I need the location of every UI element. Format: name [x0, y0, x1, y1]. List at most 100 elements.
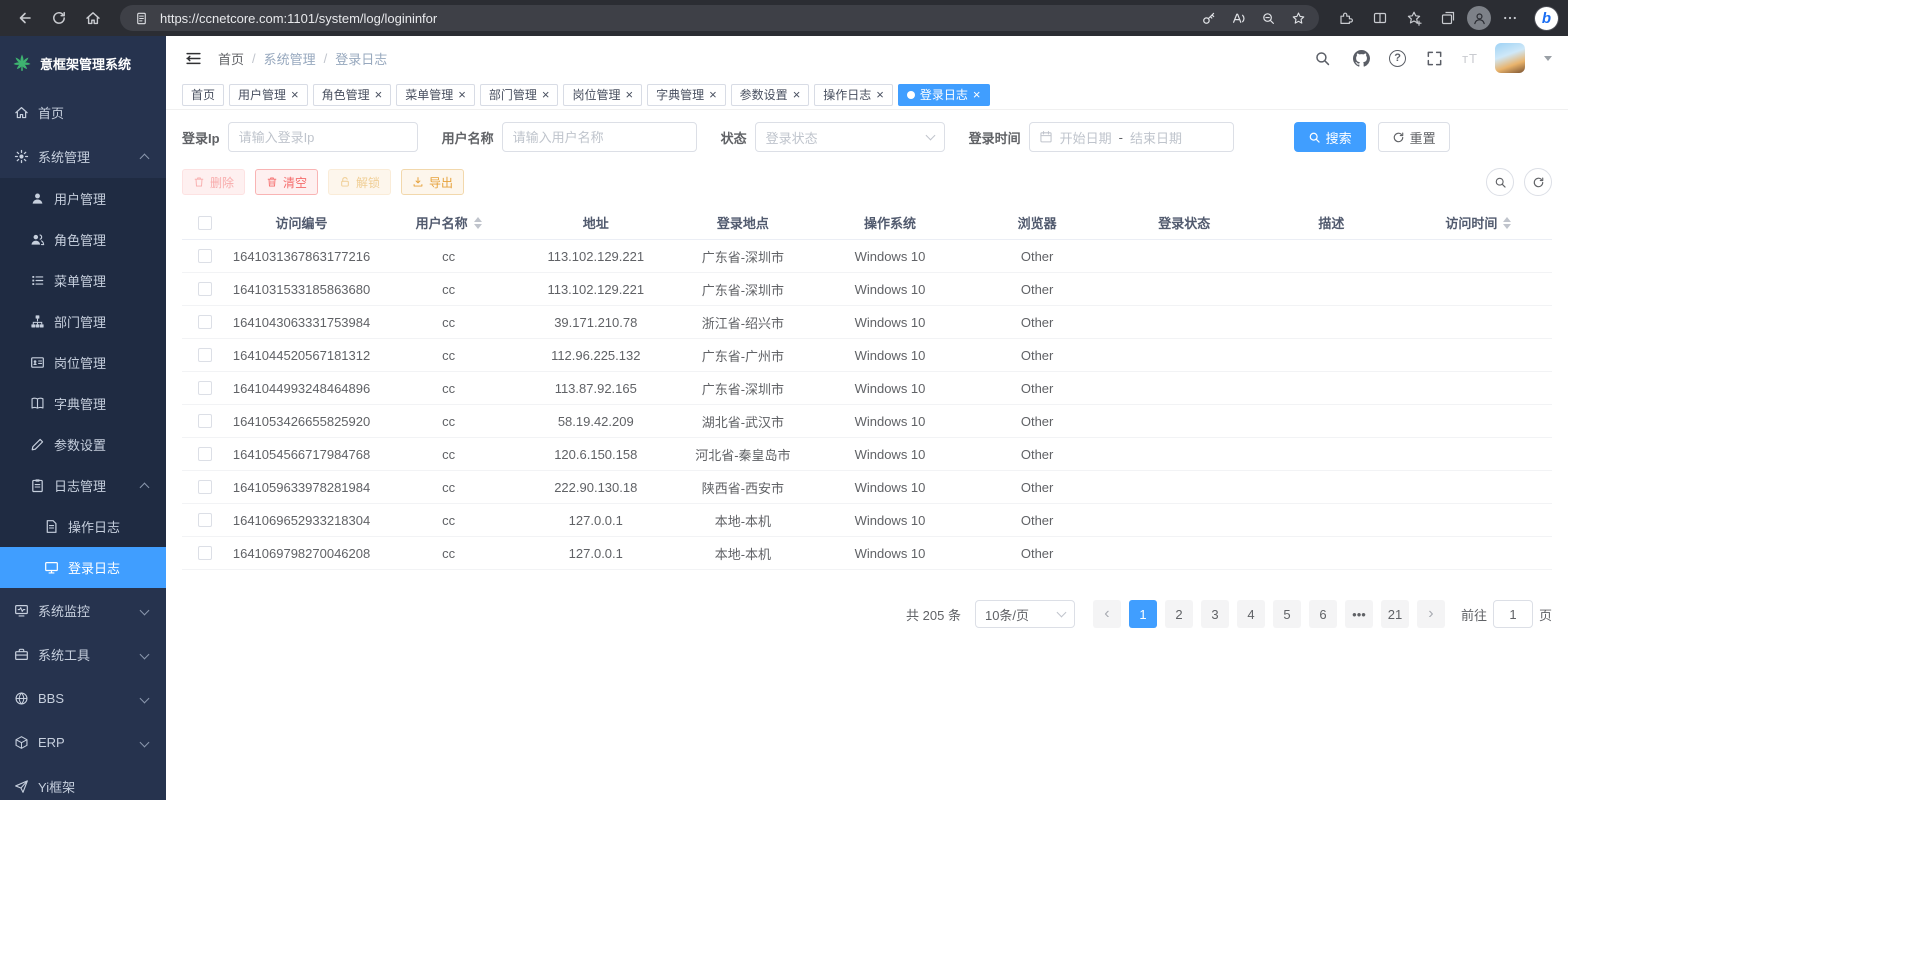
page-button-6[interactable]: 6 [1309, 600, 1337, 628]
more-pages-button[interactable]: ••• [1345, 600, 1373, 628]
select-all-checkbox[interactable] [198, 216, 212, 230]
table-row[interactable]: 1641044993248464896 cc 113.87.92.165 广东省… [182, 372, 1552, 405]
sidebar-item-oper-log[interactable]: 操作日志 [0, 506, 166, 547]
col-header-user[interactable]: 用户名称 [375, 213, 522, 232]
next-page-button[interactable]: › [1417, 600, 1445, 628]
refresh-icon[interactable] [44, 4, 74, 32]
search-toggle-button[interactable] [1486, 168, 1514, 196]
sidebar-item-yi-framework[interactable]: Yi框架 [0, 764, 166, 800]
home-icon[interactable] [78, 4, 108, 32]
col-header-location[interactable]: 登录地点 [669, 213, 816, 232]
tab-close-icon[interactable]: × [625, 88, 633, 101]
date-range-picker[interactable]: 开始日期 - 结束日期 [1029, 122, 1234, 152]
read-aloud-icon[interactable] [1227, 7, 1249, 29]
tab-close-icon[interactable]: × [709, 88, 717, 101]
row-checkbox[interactable] [198, 447, 212, 461]
tab-close-icon[interactable]: × [876, 88, 884, 101]
prev-page-button[interactable]: ‹ [1093, 600, 1121, 628]
tab-close-icon[interactable]: × [973, 88, 981, 101]
sidebar-item-param-settings[interactable]: 参数设置 [0, 424, 166, 465]
url-text[interactable]: https://ccnetcore.com:1101/system/log/lo… [160, 11, 1189, 26]
tab-param-settings[interactable]: 参数设置× [731, 84, 810, 106]
tab-post-mgmt[interactable]: 岗位管理× [563, 84, 642, 106]
table-row[interactable]: 1641031533185863680 cc 113.102.129.221 广… [182, 273, 1552, 306]
fullscreen-icon[interactable] [1423, 47, 1445, 69]
breadcrumb-home[interactable]: 首页 [218, 49, 244, 68]
sidebar-item-role-mgmt[interactable]: 角色管理 [0, 219, 166, 260]
github-icon[interactable] [1350, 47, 1372, 69]
search-button[interactable]: 搜索 [1294, 122, 1366, 152]
row-checkbox[interactable] [198, 348, 212, 362]
tab-home[interactable]: 首页 [182, 84, 224, 106]
login-ip-input[interactable] [228, 122, 418, 152]
user-name-input[interactable] [502, 122, 697, 152]
tab-close-icon[interactable]: × [291, 88, 299, 101]
table-row[interactable]: 1641054566717984768 cc 120.6.150.158 河北省… [182, 438, 1552, 471]
address-bar[interactable]: https://ccnetcore.com:1101/system/log/lo… [120, 5, 1319, 31]
row-checkbox[interactable] [198, 381, 212, 395]
tab-close-icon[interactable]: × [793, 88, 801, 101]
sidebar-item-home[interactable]: 首页 [0, 90, 166, 134]
password-key-icon[interactable] [1197, 7, 1219, 29]
extensions-icon[interactable] [1331, 4, 1361, 32]
tab-dict-mgmt[interactable]: 字典管理× [647, 84, 726, 106]
row-checkbox[interactable] [198, 546, 212, 560]
more-menu-icon[interactable] [1495, 4, 1525, 32]
sidebar-item-login-log[interactable]: 登录日志 [0, 547, 166, 588]
delete-button[interactable]: 删除 [182, 169, 245, 195]
tab-close-icon[interactable]: × [458, 88, 466, 101]
sidebar-item-dict-mgmt[interactable]: 字典管理 [0, 383, 166, 424]
favorites-icon[interactable] [1399, 4, 1429, 32]
refresh-table-button[interactable] [1524, 168, 1552, 196]
tab-user-mgmt[interactable]: 用户管理× [229, 84, 308, 106]
col-header-id[interactable]: 访问编号 [228, 213, 375, 232]
tab-login-log[interactable]: 登录日志× [898, 84, 990, 106]
back-icon[interactable] [10, 4, 40, 32]
sidebar-item-user-mgmt[interactable]: 用户管理 [0, 178, 166, 219]
clear-button[interactable]: 清空 [255, 169, 318, 195]
row-checkbox[interactable] [198, 414, 212, 428]
tab-close-icon[interactable]: × [542, 88, 550, 101]
sidebar-item-erp[interactable]: ERP [0, 720, 166, 764]
row-checkbox[interactable] [198, 480, 212, 494]
row-checkbox[interactable] [198, 513, 212, 527]
page-button-21[interactable]: 21 [1381, 600, 1409, 628]
table-row[interactable]: 1641069798270046208 cc 127.0.0.1 本地-本机 W… [182, 537, 1552, 570]
add-favorite-star-icon[interactable] [1287, 7, 1309, 29]
zoom-icon[interactable] [1257, 7, 1279, 29]
sidebar-item-dept-mgmt[interactable]: 部门管理 [0, 301, 166, 342]
user-avatar[interactable] [1495, 43, 1525, 73]
bing-copilot-icon[interactable]: b [1535, 7, 1558, 30]
tab-role-mgmt[interactable]: 角色管理× [313, 84, 392, 106]
table-row[interactable]: 1641069652933218304 cc 127.0.0.1 本地-本机 W… [182, 504, 1552, 537]
page-button-3[interactable]: 3 [1201, 600, 1229, 628]
tab-close-icon[interactable]: × [375, 88, 383, 101]
sidebar-item-menu-mgmt[interactable]: 菜单管理 [0, 260, 166, 301]
breadcrumb-system[interactable]: 系统管理 [264, 49, 316, 68]
sort-carets-icon[interactable] [474, 217, 482, 229]
export-button[interactable]: 导出 [401, 169, 464, 195]
tab-oper-log[interactable]: 操作日志× [814, 84, 893, 106]
help-icon[interactable] [1389, 50, 1406, 67]
page-button-4[interactable]: 4 [1237, 600, 1265, 628]
table-row[interactable]: 1641043063331753984 cc 39.171.210.78 浙江省… [182, 306, 1552, 339]
col-header-browser[interactable]: 浏览器 [964, 213, 1111, 232]
col-header-address[interactable]: 地址 [522, 213, 669, 232]
row-checkbox[interactable] [198, 315, 212, 329]
page-size-select[interactable]: 10条/页 [975, 600, 1075, 628]
col-header-description[interactable]: 描述 [1258, 213, 1405, 232]
reset-button[interactable]: 重置 [1378, 122, 1450, 152]
row-checkbox[interactable] [198, 249, 212, 263]
status-select[interactable]: 登录状态 [755, 122, 945, 152]
sidebar-item-post-mgmt[interactable]: 岗位管理 [0, 342, 166, 383]
table-row[interactable]: 1641059633978281984 cc 222.90.130.18 陕西省… [182, 471, 1552, 504]
tab-dept-mgmt[interactable]: 部门管理× [480, 84, 559, 106]
table-row[interactable]: 1641031367863177216 cc 113.102.129.221 广… [182, 240, 1552, 273]
menu-fold-icon[interactable] [182, 47, 204, 69]
browser-profile-avatar[interactable] [1467, 6, 1491, 30]
col-header-os[interactable]: 操作系统 [816, 213, 963, 232]
table-row[interactable]: 1641053426655825920 cc 58.19.42.209 湖北省-… [182, 405, 1552, 438]
chevron-down-icon[interactable] [1544, 56, 1552, 61]
split-screen-icon[interactable] [1365, 4, 1395, 32]
page-info-icon[interactable] [130, 7, 152, 29]
